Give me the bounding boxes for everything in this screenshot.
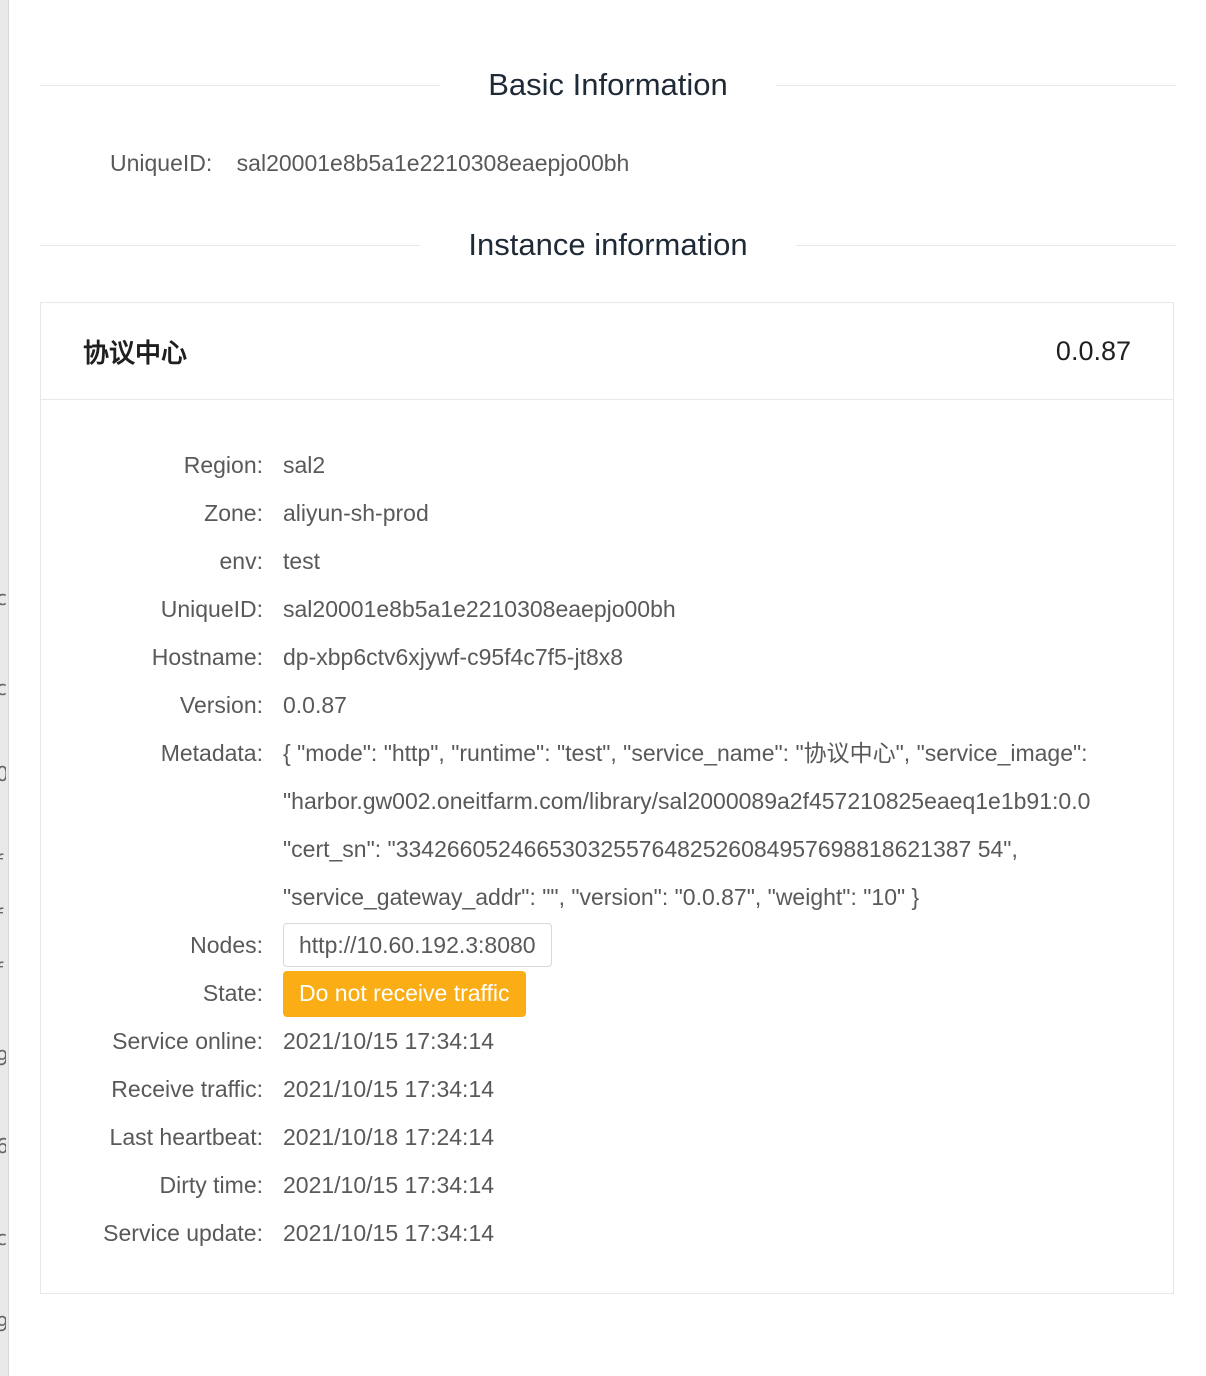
edge-char: f: [0, 850, 6, 874]
uid-label: UniqueID:: [160, 596, 263, 622]
zone-value: aliyun-sh-prod: [283, 500, 429, 526]
state-label: State:: [202, 980, 263, 1006]
edge-char: 0: [0, 762, 6, 786]
service-online-value: 2021/10/15 17:34:14: [283, 1028, 495, 1054]
unique-id-label: UniqueID:: [110, 150, 213, 176]
metadata-line: { "mode": "http", "runtime": "test", "se…: [283, 740, 1088, 766]
divider-line: [40, 84, 441, 86]
metadata-line: "cert_sn": "3342660524665303255764825260…: [283, 836, 1018, 862]
edge-char: c: [0, 1226, 6, 1250]
service-update-label: Service update:: [103, 1220, 263, 1246]
instance-card-header: 协议中心 0.0.87: [41, 303, 1173, 400]
version-row: Version: 0.0.87: [41, 681, 1173, 729]
dirty-time-value: 2021/10/15 17:34:14: [283, 1172, 495, 1198]
unique-id-row: UniqueID: sal20001e8b5a1e2210308eaepjo00…: [41, 585, 1173, 633]
zone-label: Zone:: [204, 500, 263, 526]
state-status-badge: Do not receive traffic: [283, 971, 526, 1017]
basic-information-title: Basic Information: [488, 67, 728, 102]
zone-row: Zone: aliyun-sh-prod: [41, 489, 1173, 537]
divider-line: [795, 244, 1176, 246]
service-update-row: Service update: 2021/10/15 17:34:14: [41, 1209, 1173, 1257]
node-link-tag[interactable]: http://10.60.192.3:8080: [283, 923, 552, 967]
edge-char: 9: [0, 1312, 6, 1336]
instance-information-title: Instance information: [468, 227, 748, 262]
hostname-value: dp-xbp6ctv6xjywf-c95f4c7f5-jt8x8: [283, 644, 624, 670]
dirty-time-label: Dirty time:: [159, 1172, 264, 1198]
basic-information-divider: Basic Information: [40, 60, 1176, 110]
hostname-row: Hostname: dp-xbp6ctv6xjywf-c95f4c7f5-jt8…: [41, 633, 1173, 681]
receive-traffic-value: 2021/10/15 17:34:14: [283, 1076, 495, 1102]
region-row: Region: sal2: [41, 441, 1173, 489]
region-label: Region:: [183, 452, 263, 478]
edge-char: 9: [0, 1046, 6, 1070]
nodes-value-wrap: http://10.60.192.3:8080: [283, 921, 552, 969]
receive-traffic-row: Receive traffic: 2021/10/15 17:34:14: [41, 1065, 1173, 1113]
metadata-label: Metadata:: [160, 740, 263, 766]
service-online-label: Service online:: [112, 1028, 263, 1054]
version-value: 0.0.87: [283, 692, 347, 718]
env-value: test: [283, 548, 321, 574]
metadata-row: Metadata: { "mode": "http", "runtime": "…: [41, 729, 1173, 921]
hostname-label: Hostname:: [151, 644, 263, 670]
instance-detail-list: Region: sal2 Zone: aliyun-sh-prod env: t…: [41, 441, 1173, 1257]
instance-version-badge: 0.0.87: [1055, 335, 1131, 366]
dirty-time-row: Dirty time: 2021/10/15 17:34:14: [41, 1161, 1173, 1209]
state-value-wrap: Do not receive traffic: [283, 969, 526, 1017]
last-heartbeat-row: Last heartbeat: 2021/10/18 17:24:14: [41, 1113, 1173, 1161]
last-heartbeat-label: Last heartbeat:: [109, 1124, 263, 1150]
divider-line: [40, 244, 421, 246]
metadata-line: "harbor.gw002.oneitfarm.com/library/sal2…: [283, 788, 1091, 814]
receive-traffic-label: Receive traffic:: [111, 1076, 263, 1102]
region-value: sal2: [283, 452, 326, 478]
env-row: env: test: [41, 537, 1173, 585]
edge-char: c: [0, 586, 6, 610]
service-update-value: 2021/10/15 17:34:14: [283, 1220, 495, 1246]
basic-unique-id-row: UniqueID: sal20001e8b5a1e2210308eaepjo00…: [110, 150, 629, 177]
instance-service-name: 协议中心: [83, 338, 188, 369]
divider-line: [775, 84, 1176, 86]
edge-char: f: [0, 958, 6, 982]
nodes-row: Nodes: http://10.60.192.3:8080: [41, 921, 1173, 969]
edge-char: 6: [0, 1134, 6, 1158]
nodes-label: Nodes:: [190, 932, 263, 958]
edge-char: f: [0, 904, 6, 928]
state-row: State: Do not receive traffic: [41, 969, 1173, 1017]
edge-char: c: [0, 676, 6, 700]
last-heartbeat-value: 2021/10/18 17:24:14: [283, 1124, 495, 1150]
instance-card: 协议中心 0.0.87 Region: sal2 Zone: aliyun-sh…: [40, 302, 1174, 1294]
metadata-value: { "mode": "http", "runtime": "test", "se…: [283, 729, 1090, 921]
instance-information-divider: Instance information: [40, 220, 1176, 270]
service-online-row: Service online: 2021/10/15 17:34:14: [41, 1017, 1173, 1065]
version-label: Version:: [179, 692, 263, 718]
uid-value: sal20001e8b5a1e2210308eaepjo00bh: [283, 596, 676, 622]
unique-id-value: sal20001e8b5a1e2210308eaepjo00bh: [236, 150, 630, 176]
env-label: env:: [219, 548, 263, 574]
metadata-line: "service_gateway_addr": "", "version": "…: [283, 884, 920, 910]
